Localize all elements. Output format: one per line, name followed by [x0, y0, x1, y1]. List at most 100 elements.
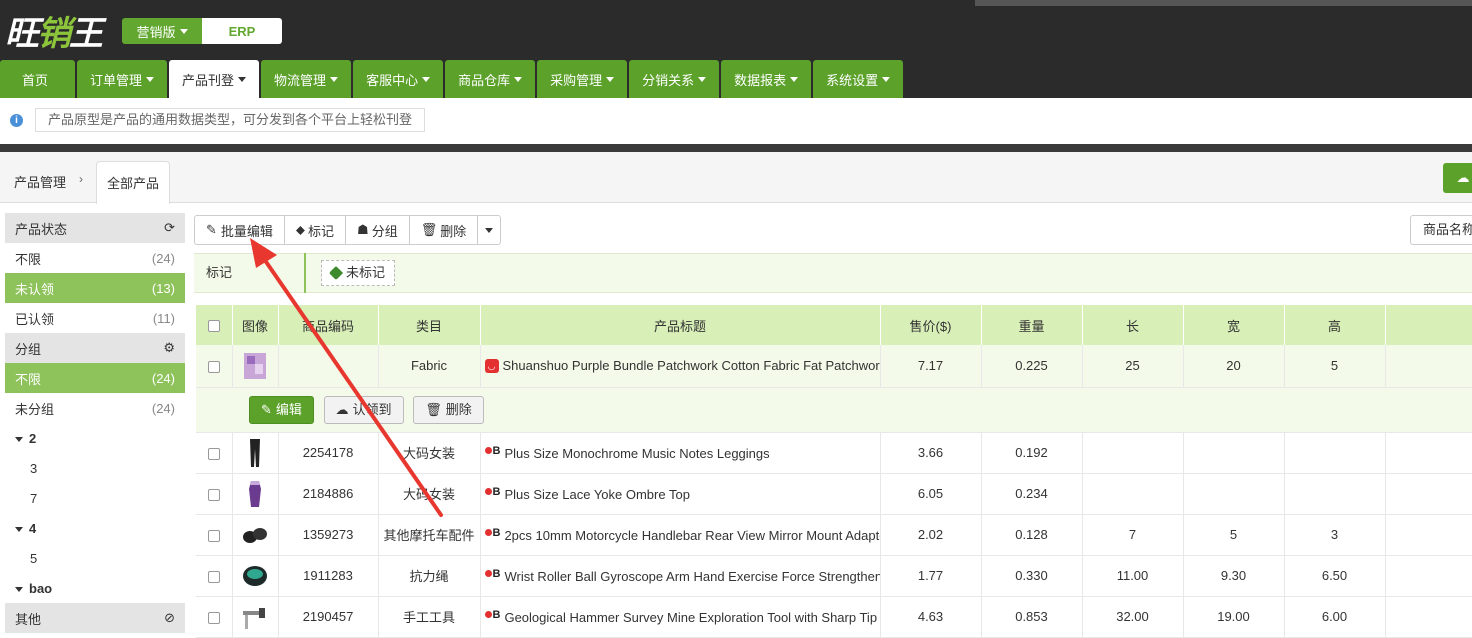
row-actions: ✎ 编辑 ☁ 认领到 🗑 删除 — [196, 387, 1472, 433]
group-item-5[interactable]: 5 — [5, 543, 185, 573]
refresh-icon[interactable]: ⟳ — [164, 220, 175, 236]
row-checkbox[interactable] — [207, 488, 220, 501]
col-height[interactable]: 高 — [1284, 305, 1386, 345]
breadcrumb-root[interactable]: 产品管理 — [14, 172, 66, 191]
product-thumbnail — [243, 565, 267, 586]
edit-icon: ✎ — [206, 222, 217, 237]
row-claim-button[interactable]: ☁ 认领到 — [323, 395, 404, 424]
col-price[interactable]: 售价($) — [880, 305, 982, 345]
nav-item-0[interactable]: 首页 — [0, 60, 76, 98]
product-title-link[interactable]: Plus Size Monochrome Music Notes Legging… — [504, 446, 769, 461]
info-text: 产品原型是产品的通用数据类型，可分发到各个平台上轻松刊登 — [35, 108, 426, 132]
status-item-unclaimed[interactable]: 未认领 (13) — [5, 273, 185, 303]
banggood-icon: B — [484, 445, 500, 457]
product-title-link[interactable]: Wrist Roller Ball Gyroscope Arm Hand Exe… — [504, 569, 879, 584]
tab-all-products[interactable]: 全部产品 — [96, 161, 170, 204]
nav-item-2[interactable]: 产品刊登 — [169, 60, 260, 98]
product-thumbnail — [244, 352, 266, 379]
nav-item-6[interactable]: 采购管理 — [537, 60, 628, 98]
group-item-3[interactable]: 3 — [5, 453, 185, 483]
chevron-right-icon: › — [79, 172, 83, 186]
cloud-upload-button[interactable]: ☁ — [1443, 163, 1472, 193]
group-item-all[interactable]: 不限 (24) — [5, 363, 185, 393]
table-row[interactable]: 2190457 手工工具 B Geological Hammer Survey M… — [196, 596, 1472, 638]
product-thumbnail — [249, 480, 261, 507]
product-title-link[interactable]: Plus Size Lace Yoke Ombre Top — [504, 487, 690, 502]
table-row[interactable]: Fabric ◡ Shuanshuo Purple Bundle Patchwor… — [196, 345, 1472, 388]
app-logo: 旺销王 — [5, 14, 103, 54]
version-erp[interactable]: ERP — [202, 18, 282, 44]
select-all-cell[interactable] — [196, 305, 233, 345]
group-header: 分组 ⚙ — [5, 333, 185, 363]
nav-item-label: 产品刊登 — [182, 72, 235, 88]
mark-button[interactable]: ⬥ 标记 — [285, 216, 347, 244]
expand-icon[interactable] — [15, 526, 23, 532]
delete-button[interactable]: 🗑 删除 — [410, 216, 479, 244]
version-switch[interactable]: 营销版 ERP — [122, 18, 282, 44]
banggood-icon: B — [484, 609, 500, 621]
col-length[interactable]: 长 — [1082, 305, 1184, 345]
table-row[interactable]: 2184886 大码女装 B Plus Size Lace Yoke Ombre … — [196, 473, 1472, 515]
status-item-claimed[interactable]: 已认领 (11) — [5, 303, 185, 333]
nav-item-9[interactable]: 系统设置 — [813, 60, 904, 98]
col-width[interactable]: 宽 — [1183, 305, 1285, 345]
table-row[interactable]: 1359273 其他摩托车配件 B 2pcs 10mm Motorcycle Ha… — [196, 514, 1472, 556]
col-category[interactable]: 类目 — [378, 305, 481, 345]
expand-icon[interactable] — [15, 586, 23, 592]
select-all-checkbox[interactable] — [207, 320, 220, 333]
group-item-ungrouped[interactable]: 未分组 (24) — [5, 393, 185, 423]
row-checkbox[interactable] — [207, 570, 220, 583]
trash-icon: 🗑 — [420, 222, 438, 237]
more-dropdown-button[interactable] — [478, 216, 500, 244]
group-item-4[interactable]: 4 — [5, 513, 185, 543]
col-image: 图像 — [232, 305, 279, 345]
table-row[interactable]: 2254178 大码女装 B Plus Size Monochrome Music… — [196, 432, 1472, 474]
version-selected[interactable]: 营销版 — [122, 18, 202, 44]
divider-strip — [0, 144, 1472, 152]
row-edit-button[interactable]: ✎ 编辑 — [249, 395, 314, 424]
tag-icon — [328, 265, 344, 281]
table-row[interactable]: 1911283 抗力绳 B Wrist Roller Ball Gyroscope… — [196, 555, 1472, 597]
sitemap-icon: ☗ — [357, 222, 369, 237]
chevron-down-icon — [606, 76, 615, 82]
banggood-icon: B — [484, 527, 500, 539]
row-checkbox[interactable] — [207, 447, 220, 460]
block-icon[interactable]: ⊘ — [164, 610, 175, 626]
product-thumbnail — [250, 438, 260, 467]
unmarked-tag-filter[interactable]: 未标记 — [321, 260, 396, 286]
nav-item-4[interactable]: 客服中心 — [353, 60, 444, 98]
nav-item-3[interactable]: 物流管理 — [261, 60, 352, 98]
sort-by-name-button[interactable]: 商品名称 — [1410, 215, 1472, 245]
aliexpress-icon: ◡ — [484, 359, 499, 374]
nav-item-label: 采购管理 — [550, 72, 603, 88]
nav-item-label: 物流管理 — [274, 72, 327, 88]
status-item-all[interactable]: 不限 (24) — [5, 243, 185, 273]
batch-edit-button[interactable]: ✎ 批量编辑 — [195, 216, 285, 244]
row-checkbox[interactable] — [207, 529, 220, 542]
nav-item-1[interactable]: 订单管理 — [77, 60, 168, 98]
cloud-icon: ☁ — [1456, 170, 1470, 185]
chevron-down-icon — [422, 76, 431, 82]
row-checkbox[interactable] — [207, 611, 220, 624]
col-weight[interactable]: 重量 — [981, 305, 1083, 345]
expand-icon[interactable] — [15, 436, 23, 442]
nav-item-label: 分销关系 — [642, 72, 695, 88]
product-title-link[interactable]: 2pcs 10mm Motorcycle Handlebar Rear View… — [504, 528, 879, 543]
nav-item-5[interactable]: 商品仓库 — [445, 60, 536, 98]
group-item-7[interactable]: 7 — [5, 483, 185, 513]
row-checkbox[interactable] — [207, 360, 220, 373]
chevron-down-icon — [790, 76, 799, 82]
row-delete-button[interactable]: 🗑 删除 — [413, 395, 484, 424]
group-button[interactable]: ☗ 分组 — [346, 216, 410, 244]
col-title[interactable]: 产品标题 — [480, 305, 881, 345]
trash-icon: 🗑 — [425, 401, 442, 417]
product-title-link[interactable]: Geological Hammer Survey Mine Exploratio… — [504, 610, 877, 625]
product-title-link[interactable]: Shuanshuo Purple Bundle Patchwork Cotton… — [503, 358, 880, 373]
gear-icon[interactable]: ⚙ — [163, 340, 175, 356]
group-item-2[interactable]: 2 — [5, 423, 185, 453]
nav-item-7[interactable]: 分销关系 — [629, 60, 720, 98]
group-item-bao[interactable]: bao — [5, 573, 185, 603]
chevron-down-icon — [698, 76, 707, 82]
col-code[interactable]: 商品编码 — [278, 305, 379, 345]
nav-item-8[interactable]: 数据报表 — [721, 60, 812, 98]
